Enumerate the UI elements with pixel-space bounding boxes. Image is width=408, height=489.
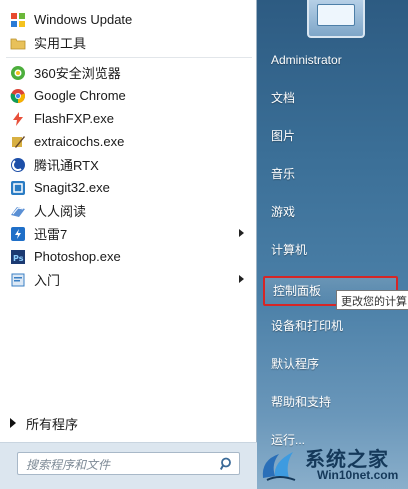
all-programs-button[interactable]: 所有程序: [10, 413, 78, 433]
link-pictures[interactable]: 图片: [263, 120, 403, 158]
program-label: FlashFXP.exe: [34, 111, 114, 126]
link-help-support[interactable]: 帮助和支持: [263, 386, 403, 424]
program-item-snagit[interactable]: Snagit32.exe: [6, 176, 252, 199]
chrome-icon: [10, 88, 26, 104]
program-item-google-chrome[interactable]: Google Chrome: [6, 84, 252, 107]
link-music[interactable]: 音乐: [263, 158, 403, 196]
link-default-programs[interactable]: 默认程序: [263, 348, 403, 386]
program-label: Google Chrome: [34, 88, 126, 103]
logo-icon: [259, 448, 299, 482]
submenu-arrow-icon[interactable]: [239, 229, 244, 237]
submenu-arrow-icon[interactable]: [239, 275, 244, 283]
divider: [6, 57, 252, 58]
windows-update-icon: [10, 12, 26, 28]
program-item-thunder[interactable]: 迅雷7: [6, 222, 252, 245]
svg-text:Ps: Ps: [13, 254, 24, 263]
folder-icon: [10, 35, 26, 51]
link-administrator[interactable]: Administrator: [263, 44, 403, 82]
snagit-icon: [10, 180, 26, 196]
program-item-windows-update[interactable]: Windows Update: [6, 8, 252, 31]
search-placeholder: 搜索程序和文件: [26, 458, 111, 472]
search-input[interactable]: 搜索程序和文件: [17, 452, 240, 475]
logo-subtitle: Win10net.com: [317, 468, 399, 482]
flashfxp-icon: [10, 111, 26, 127]
program-item-flashfxp[interactable]: FlashFXP.exe: [6, 107, 252, 130]
link-computer[interactable]: 计算机: [263, 234, 403, 272]
search-area: 搜索程序和文件: [0, 442, 257, 489]
program-item-getting-started[interactable]: 入门: [6, 268, 252, 291]
all-programs-label: 所有程序: [26, 416, 79, 432]
program-label: 360安全浏览器: [34, 66, 121, 81]
user-picture-icon: [317, 4, 355, 26]
program-label: 实用工具: [34, 36, 87, 51]
thunder-icon: [10, 226, 26, 242]
program-item-extraicochs[interactable]: extraicochs.exe: [6, 130, 252, 153]
places-list: Administrator 文档 图片 音乐 游戏 计算机 控制面板 设备和打印…: [263, 44, 403, 462]
program-item-rtx[interactable]: 腾讯通RTX: [6, 153, 252, 176]
program-label: Windows Update: [34, 12, 133, 27]
program-label: Photoshop.exe: [34, 249, 121, 264]
program-label: 腾讯通RTX: [34, 158, 99, 173]
link-documents[interactable]: 文档: [263, 82, 403, 120]
control-panel-tooltip: 更改您的计算: [336, 290, 408, 310]
start-menu: Windows Update 实用工具 360安全浏览器 Google Chro…: [0, 0, 408, 489]
program-item-utilities[interactable]: 实用工具: [6, 31, 252, 54]
watermark-logo: 系统之家 Win10net.com: [257, 440, 408, 489]
program-label: extraicochs.exe: [34, 134, 125, 149]
reader-icon: [10, 203, 26, 219]
places-pane: Administrator 文档 图片 音乐 游戏 计算机 控制面板 设备和打印…: [257, 0, 408, 489]
user-avatar[interactable]: [307, 0, 365, 38]
program-item-360-browser[interactable]: 360安全浏览器: [6, 61, 252, 84]
program-list: Windows Update 实用工具 360安全浏览器 Google Chro…: [6, 8, 252, 291]
link-devices-printers[interactable]: 设备和打印机: [263, 310, 403, 348]
play-arrow-icon: [10, 418, 16, 428]
search-icon[interactable]: [219, 457, 234, 471]
360-browser-icon: [10, 65, 26, 81]
program-label: 人人阅读: [34, 204, 87, 219]
getting-started-icon: [10, 272, 26, 288]
programs-pane: Windows Update 实用工具 360安全浏览器 Google Chro…: [0, 0, 257, 489]
link-games[interactable]: 游戏: [263, 196, 403, 234]
program-label: Snagit32.exe: [34, 180, 110, 195]
program-label: 迅雷7: [34, 227, 68, 242]
program-label: 入门: [34, 273, 61, 288]
photoshop-icon: Ps: [10, 249, 26, 265]
program-item-renren-reader[interactable]: 人人阅读: [6, 199, 252, 222]
extraicochs-icon: [10, 134, 26, 150]
program-item-photoshop[interactable]: Ps Photoshop.exe: [6, 245, 252, 268]
rtx-icon: [10, 157, 26, 173]
